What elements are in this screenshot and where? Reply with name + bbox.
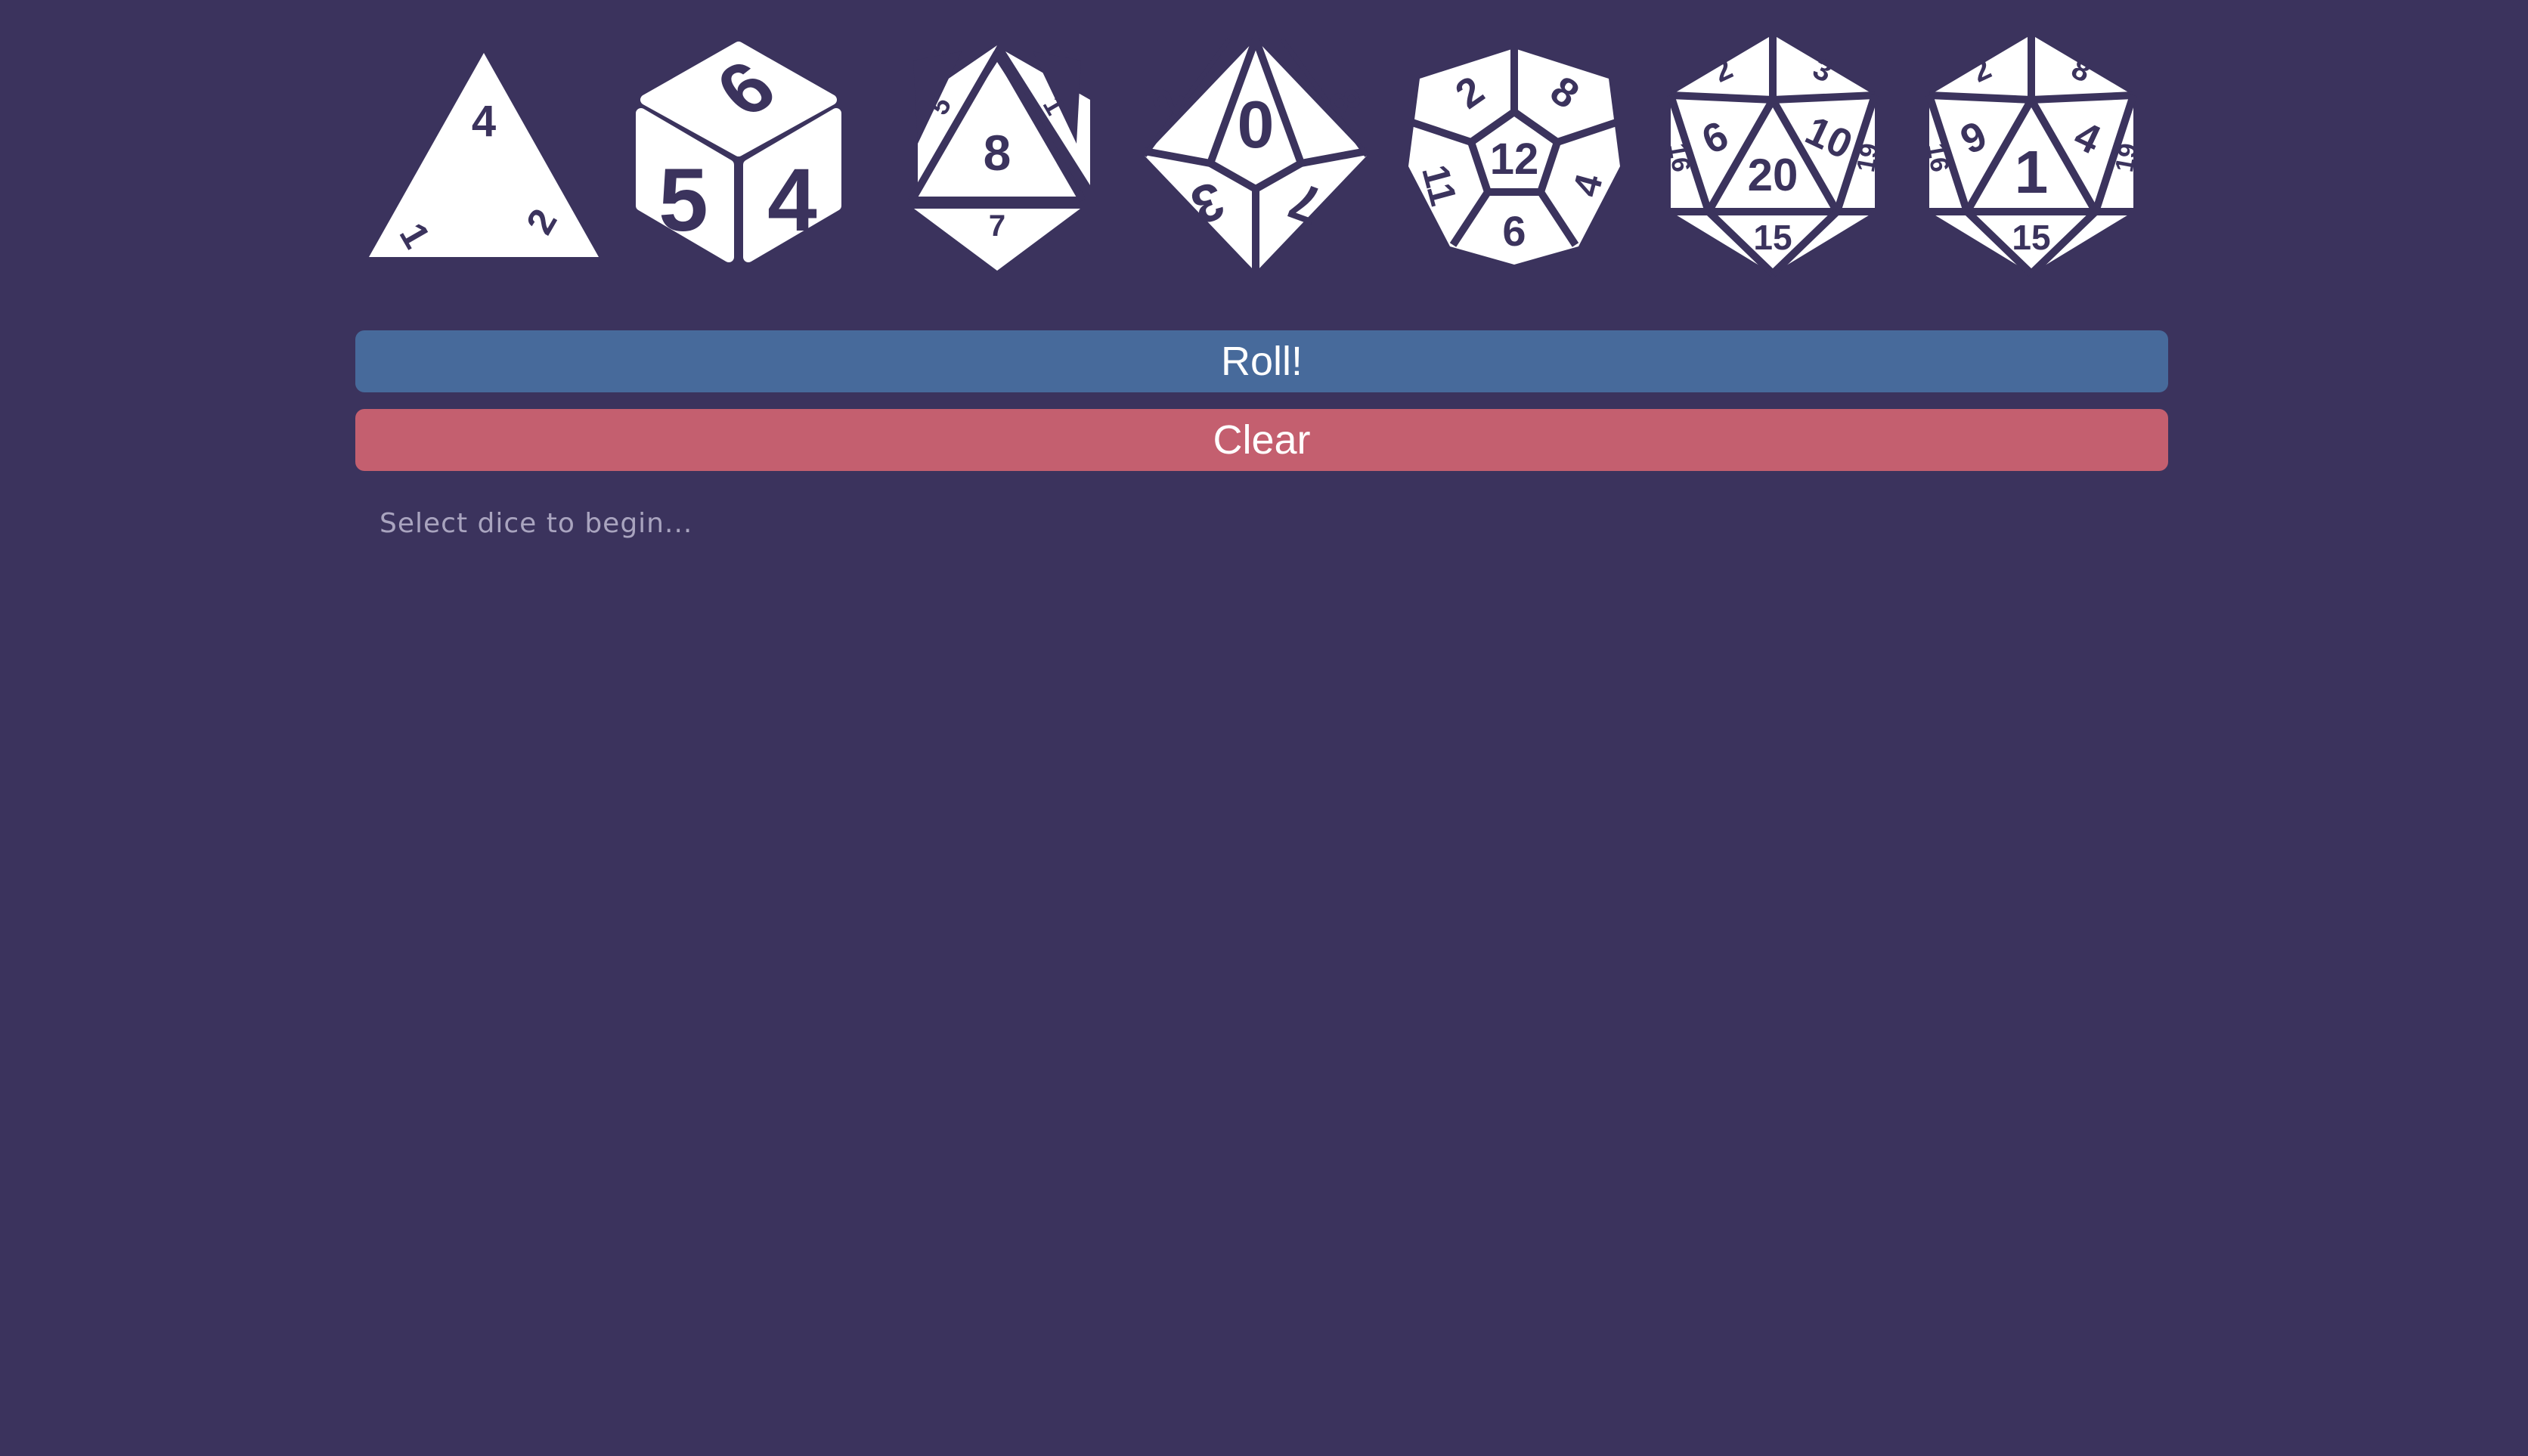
d10-icon: 0 2 8 3 7 (1142, 38, 1370, 272)
d100-icon: 1 2 8 9 4 16 19 15 (1921, 35, 2143, 277)
dice-roller-app: 4 1 2 6 5 4 8 5 1 7 0 2 8 3 7 12 2 8 11 … (0, 0, 2528, 1456)
roll-button[interactable]: Roll! (355, 330, 2168, 392)
d8-face-number: 8 (984, 125, 1012, 181)
d12-icon: 12 2 8 11 4 6 (1408, 48, 1620, 265)
d6-die-button[interactable]: 6 5 4 (614, 30, 863, 287)
d20-face-number: 15 (1753, 218, 1792, 257)
d6-face-number: 5 (658, 150, 708, 250)
d12-face-number: 12 (1490, 135, 1539, 184)
d10-die-button[interactable]: 0 2 8 3 7 (1131, 30, 1380, 287)
d100-face-number: 1 (2015, 138, 2049, 206)
d6-face-number: 4 (767, 150, 817, 250)
d100-die-button[interactable]: 1 2 8 9 4 16 19 15 (1907, 30, 2156, 287)
d20-face-number: 16 (1662, 141, 1696, 175)
d4-face-number: 4 (472, 97, 496, 146)
d100-face-number: 19 (2110, 141, 2143, 175)
d6-icon: 6 5 4 (636, 42, 841, 262)
d4-die-button[interactable]: 4 1 2 (355, 30, 605, 287)
d10-face-number: 2 (1143, 83, 1194, 120)
d10-face-number: 0 (1238, 87, 1275, 162)
d100-face-number: 15 (2012, 218, 2050, 257)
d10-face-number: 8 (1319, 83, 1370, 120)
d12-face-number: 6 (1502, 207, 1526, 255)
d20-die-button[interactable]: 20 2 3 6 10 16 19 15 (1648, 30, 1898, 287)
clear-button[interactable]: Clear (355, 409, 2168, 471)
d8-face-number: 7 (989, 209, 1005, 243)
d20-icon: 20 2 3 6 10 16 19 15 (1662, 35, 1885, 277)
d4-icon: 4 1 2 (369, 53, 599, 257)
d12-die-button[interactable]: 12 2 8 11 4 6 (1389, 30, 1639, 287)
d8-die-button[interactable]: 8 5 1 7 (872, 30, 1122, 287)
d20-face-number: 20 (1748, 150, 1798, 200)
d20-face-number: 19 (1851, 141, 1885, 175)
d100-face-number: 16 (1921, 141, 1954, 175)
dice-selector: 4 1 2 6 5 4 8 5 1 7 0 2 8 3 7 12 2 8 11 … (355, 30, 2170, 287)
d8-icon: 8 5 1 7 (908, 45, 1090, 271)
status-message: Select dice to begin... (380, 508, 693, 539)
